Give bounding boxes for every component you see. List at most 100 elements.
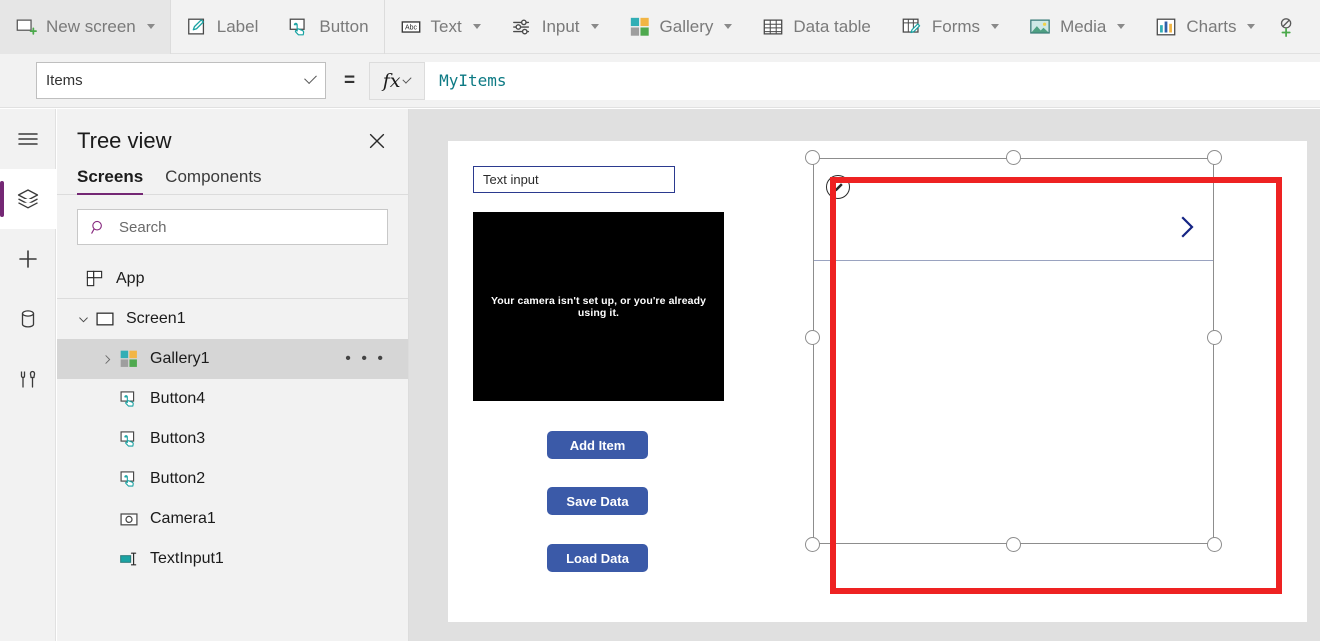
tree-node-textinput1[interactable]: TextInput1 (57, 539, 408, 579)
tree-node-label: Button4 (150, 390, 408, 408)
canvas-text-input[interactable]: Text input (473, 166, 675, 193)
resize-handle-e[interactable] (1207, 330, 1222, 345)
cmd-new-component[interactable] (1270, 0, 1304, 54)
plus-icon (16, 247, 40, 271)
resize-handle-n[interactable] (1006, 150, 1021, 165)
rail-item-media-tools[interactable] (0, 349, 56, 409)
cmd-text-label: Text (431, 17, 462, 37)
cmd-button-text: Button (319, 17, 368, 37)
power-apps-studio: New screen Label Button Abc Text (0, 0, 1320, 641)
chevron-right-icon[interactable] (95, 353, 119, 366)
button-icon (119, 429, 139, 449)
cmd-label[interactable]: Label (171, 0, 274, 54)
cmd-input-label: Input (542, 17, 580, 37)
chevron-down-icon[interactable] (724, 24, 732, 29)
chevron-down-icon[interactable] (473, 24, 481, 29)
camera-error-message: Your camera isn't set up, or you're alre… (473, 295, 724, 319)
new-screen-icon (15, 16, 37, 38)
rail-item-insert[interactable] (0, 229, 56, 289)
cmd-gallery-label: Gallery (660, 17, 714, 37)
resize-handle-ne[interactable] (1207, 150, 1222, 165)
cmd-text[interactable]: Abc Text (385, 0, 496, 54)
search-placeholder: Search (119, 219, 167, 236)
tree-node-label: Camera1 (150, 510, 408, 528)
cmd-gallery[interactable]: Gallery (614, 0, 748, 54)
tree-node-app[interactable]: App (57, 259, 408, 299)
rail-item-tree-view[interactable] (0, 169, 56, 229)
cmd-charts[interactable]: Charts (1140, 0, 1270, 54)
tree-node-label: Gallery1 (150, 350, 345, 368)
cmd-media[interactable]: Media (1014, 0, 1140, 54)
app-canvas[interactable]: Text input Your camera isn't set up, or … (448, 141, 1307, 622)
canvas-button-save-data[interactable]: Save Data (547, 487, 648, 515)
tab-components[interactable]: Components (165, 167, 261, 195)
tree-node-overflow-menu[interactable]: • • • (345, 351, 386, 367)
chevron-down-icon[interactable] (991, 24, 999, 29)
screen-icon (95, 309, 115, 329)
tools-icon (16, 367, 40, 391)
resize-handle-se[interactable] (1207, 537, 1222, 552)
cmd-charts-label: Charts (1186, 17, 1236, 37)
tree-node-button4[interactable]: Button4 (57, 379, 408, 419)
tree-view-panel: Tree view Screens Components Search (57, 109, 409, 641)
tree-node-screen1[interactable]: Screen1 (57, 299, 408, 339)
chevron-down-icon[interactable] (1247, 24, 1255, 29)
fx-button[interactable]: fx (369, 62, 425, 100)
chevron-right-icon[interactable] (1181, 216, 1195, 238)
camera-icon (119, 509, 139, 529)
cmd-forms-label: Forms (932, 17, 980, 37)
charts-icon (1155, 16, 1177, 38)
media-icon (1029, 16, 1051, 38)
search-input[interactable]: Search (77, 209, 388, 245)
chevron-down-icon[interactable] (147, 24, 155, 29)
gallery-icon (629, 16, 651, 38)
property-dropdown-value: Items (46, 72, 305, 89)
chevron-down-icon[interactable] (591, 24, 599, 29)
label-icon (186, 16, 208, 38)
chevron-down-icon[interactable] (1117, 24, 1125, 29)
rail-item-hamburger-menu[interactable] (0, 109, 56, 169)
tree-node-label: TextInput1 (150, 550, 408, 568)
rail-item-data[interactable] (0, 289, 56, 349)
text-input-icon (119, 549, 139, 569)
gallery-body[interactable] (813, 158, 1214, 544)
fx-icon: fx (383, 70, 401, 92)
tab-screens[interactable]: Screens (77, 167, 143, 195)
property-dropdown[interactable]: Items (36, 62, 326, 99)
cmd-data-table[interactable]: Data table (747, 0, 886, 54)
gallery-edit-badge[interactable] (826, 175, 850, 199)
tree-node-gallery1[interactable]: Gallery1 • • • (57, 339, 408, 379)
forms-icon (901, 16, 923, 38)
canvas-button-load-data[interactable]: Load Data (547, 544, 648, 572)
formula-input[interactable]: MyItems (425, 62, 1320, 100)
cmd-forms[interactable]: Forms (886, 0, 1014, 54)
tree-node-button3[interactable]: Button3 (57, 419, 408, 459)
resize-handle-nw[interactable] (805, 150, 820, 165)
button-icon (288, 16, 310, 38)
resize-handle-w[interactable] (805, 330, 820, 345)
canvas-gallery-selected[interactable] (813, 158, 1214, 544)
close-icon[interactable] (366, 130, 388, 152)
data-table-icon (762, 16, 784, 38)
pencil-icon (832, 181, 845, 194)
tree-node-button2[interactable]: Button2 (57, 459, 408, 499)
resize-handle-s[interactable] (1006, 537, 1021, 552)
cmd-new-screen[interactable]: New screen (0, 0, 170, 54)
cmd-input[interactable]: Input (496, 0, 614, 54)
equals-sign: = (344, 70, 355, 92)
canvas-stage: Text input Your camera isn't set up, or … (409, 109, 1320, 641)
canvas-camera-control[interactable]: Your camera isn't set up, or you're alre… (473, 212, 724, 401)
gallery-icon (119, 349, 139, 369)
app-icon (85, 269, 104, 288)
canvas-button-add-item[interactable]: Add Item (547, 431, 648, 459)
resize-handle-sw[interactable] (805, 537, 820, 552)
cmd-button[interactable]: Button (273, 0, 383, 54)
chevron-down-icon (304, 71, 317, 84)
chevron-down-icon[interactable] (71, 313, 95, 326)
search-icon (90, 219, 107, 236)
search-container: Search (57, 195, 408, 245)
tree-node-camera1[interactable]: Camera1 (57, 499, 408, 539)
cmd-label-text: Label (217, 17, 259, 37)
tree-node-label: Button2 (150, 470, 408, 488)
tree-node-label: Button3 (150, 430, 408, 448)
